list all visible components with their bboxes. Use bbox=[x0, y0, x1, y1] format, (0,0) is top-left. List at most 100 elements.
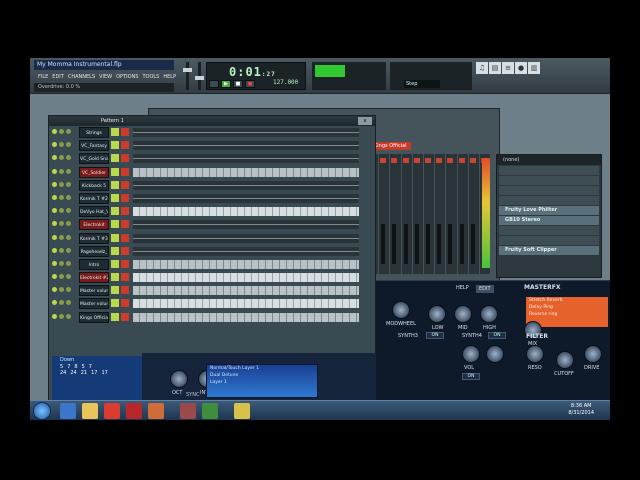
volume-knob-icon[interactable] bbox=[66, 287, 71, 293]
effect-slot[interactable] bbox=[499, 236, 599, 245]
pattern-mode-button[interactable] bbox=[209, 80, 219, 88]
pan-knob-icon[interactable] bbox=[59, 208, 64, 214]
high-knob[interactable] bbox=[480, 305, 498, 323]
low-knob[interactable] bbox=[428, 305, 446, 323]
channel-name-button[interactable]: Electrokit bbox=[79, 219, 109, 231]
step-sequence[interactable] bbox=[133, 193, 359, 203]
menu-item-tools[interactable]: TOOLS bbox=[142, 72, 159, 82]
channel-select-led[interactable] bbox=[111, 167, 119, 176]
mid-knob[interactable] bbox=[454, 305, 472, 323]
step-sequence[interactable] bbox=[133, 246, 359, 256]
menu-item-help[interactable]: HELP bbox=[163, 72, 176, 82]
channel-select-led[interactable] bbox=[111, 259, 119, 268]
modwheel-knob[interactable] bbox=[392, 301, 410, 319]
channel-target-icon[interactable] bbox=[121, 286, 129, 295]
channel-select-led[interactable] bbox=[111, 233, 119, 242]
pan-knob-icon[interactable] bbox=[59, 274, 64, 280]
channel-select-led[interactable] bbox=[111, 207, 119, 216]
volume-knob-icon[interactable] bbox=[66, 181, 71, 187]
channel-select-led[interactable] bbox=[111, 141, 119, 150]
effect-slot[interactable]: Fruity Love Philter bbox=[499, 206, 599, 215]
chord-value[interactable]: 17 bbox=[102, 370, 108, 376]
channel-target-icon[interactable] bbox=[121, 193, 129, 202]
menu-item-channels[interactable]: CHANNELS bbox=[68, 72, 95, 82]
fruity-loops-icon[interactable] bbox=[126, 403, 142, 419]
stop-icon[interactable]: ■ bbox=[233, 80, 243, 88]
step-sequence[interactable] bbox=[133, 167, 359, 177]
mixer-strip[interactable] bbox=[423, 154, 435, 274]
channel-select-led[interactable] bbox=[111, 154, 119, 163]
pan-knob-icon[interactable] bbox=[59, 168, 64, 174]
effect-slot[interactable] bbox=[499, 226, 599, 235]
channel-name-button[interactable]: VC_Soldier bbox=[79, 166, 109, 178]
mute-led-icon[interactable] bbox=[52, 221, 57, 227]
pan-knob-icon[interactable] bbox=[59, 181, 64, 187]
internet-explorer-icon[interactable] bbox=[60, 403, 76, 419]
snap-select[interactable]: Step bbox=[404, 80, 440, 88]
channel-name-button[interactable]: Master volum.. bbox=[79, 298, 109, 310]
chord-value[interactable]: 24 bbox=[60, 370, 66, 376]
mute-led-icon[interactable] bbox=[52, 260, 57, 266]
channel-select-led[interactable] bbox=[111, 273, 119, 282]
volume-knob-icon[interactable] bbox=[66, 168, 71, 174]
effect-slot[interactable] bbox=[499, 196, 599, 205]
mixer-icon[interactable]: ≡ bbox=[502, 62, 514, 74]
mixer-strip[interactable] bbox=[435, 154, 446, 274]
windows-start-icon[interactable] bbox=[33, 402, 51, 420]
pan-knob-icon[interactable] bbox=[59, 287, 64, 293]
channel-select-led[interactable] bbox=[111, 128, 119, 136]
fx-line[interactable]: Delay Ping bbox=[526, 304, 608, 311]
channel-target-icon[interactable] bbox=[121, 220, 129, 229]
pan-knob-icon[interactable] bbox=[59, 300, 64, 306]
mute-led-icon[interactable] bbox=[52, 287, 57, 293]
chord-value[interactable]: 17 bbox=[91, 370, 97, 376]
drive-knob[interactable] bbox=[584, 345, 602, 363]
step-sequence[interactable] bbox=[133, 299, 359, 309]
effect-slot[interactable] bbox=[499, 176, 599, 185]
mixer-strip[interactable] bbox=[390, 154, 401, 274]
pan-knob-icon[interactable] bbox=[59, 247, 64, 253]
channel-name-button[interactable]: VC_Fantasy bbox=[79, 140, 109, 152]
mixer-strip[interactable] bbox=[446, 154, 457, 274]
step-sequence[interactable] bbox=[133, 180, 359, 190]
menu-item-edit[interactable]: EDIT bbox=[52, 72, 64, 82]
channel-name-button[interactable]: Kickback 5 bbox=[79, 179, 109, 191]
channel-target-icon[interactable] bbox=[121, 207, 129, 216]
channel-target-icon[interactable] bbox=[121, 273, 129, 282]
pan-knob-icon[interactable] bbox=[59, 221, 64, 227]
play-icon[interactable]: ▶ bbox=[221, 80, 231, 88]
mixer-knob[interactable] bbox=[486, 345, 504, 363]
channel-target-icon[interactable] bbox=[121, 299, 129, 308]
mixer-strip[interactable] bbox=[379, 154, 390, 274]
pan-knob-icon[interactable] bbox=[59, 142, 64, 148]
pan-knob-icon[interactable] bbox=[59, 129, 64, 134]
mute-led-icon[interactable] bbox=[52, 234, 57, 240]
mixer-strip[interactable] bbox=[401, 154, 412, 274]
step-sequence[interactable] bbox=[133, 128, 359, 137]
volume-knob-icon[interactable] bbox=[66, 274, 71, 280]
cutoff-knob[interactable] bbox=[556, 351, 574, 369]
step-sequence[interactable] bbox=[133, 220, 359, 230]
volume-knob-icon[interactable] bbox=[66, 260, 71, 266]
pan-knob-icon[interactable] bbox=[59, 234, 64, 240]
volume-knob[interactable] bbox=[462, 345, 480, 363]
pan-knob-icon[interactable] bbox=[59, 260, 64, 266]
chord-value[interactable]: 21 bbox=[81, 370, 87, 376]
mute-led-icon[interactable] bbox=[52, 129, 57, 134]
channel-name-button[interactable]: Strings bbox=[79, 127, 109, 138]
volume-knob-icon[interactable] bbox=[66, 313, 71, 319]
slot-header[interactable]: (none) bbox=[497, 155, 601, 165]
mute-led-icon[interactable] bbox=[52, 247, 57, 253]
volume-knob-icon[interactable] bbox=[66, 155, 71, 161]
channel-target-icon[interactable] bbox=[121, 312, 129, 321]
record-icon[interactable]: ● bbox=[515, 62, 527, 74]
mute-led-icon[interactable] bbox=[52, 274, 57, 280]
mute-led-icon[interactable] bbox=[52, 194, 57, 200]
edit-button[interactable]: EDIT bbox=[476, 285, 494, 293]
pan-knob-icon[interactable] bbox=[59, 155, 64, 161]
channel-name-button[interactable]: Kormik T #3 bbox=[79, 232, 109, 244]
channel-select-led[interactable] bbox=[111, 299, 119, 308]
step-sequence[interactable] bbox=[133, 141, 359, 151]
fx-line[interactable]: Reverse ring bbox=[526, 311, 608, 318]
playlist-icon[interactable]: ▤ bbox=[489, 62, 501, 74]
